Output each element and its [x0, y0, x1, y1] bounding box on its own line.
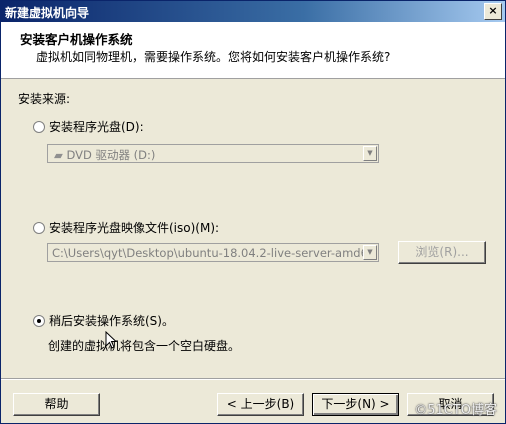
help-button[interactable]: 帮助 — [13, 393, 100, 416]
iso-path-value: C:\Users\qyt\Desktop\ubuntu-18.04.2-live… — [52, 246, 364, 260]
title-bar: 新建虚拟机向导 × — [1, 1, 505, 22]
next-button[interactable]: 下一步(N) > — [312, 393, 399, 416]
close-button[interactable]: × — [484, 3, 502, 20]
footer-divider-highlight — [1, 379, 505, 380]
radio-install-later[interactable] — [33, 315, 45, 327]
close-icon: × — [488, 4, 498, 17]
install-later-description: 创建的虚拟机将包含一个空白硬盘。 — [48, 339, 241, 353]
watermark: ©51CTO博客 — [414, 403, 497, 418]
disc-drive-select[interactable]: ▰ DVD 驱动器 (D:) ▼ — [47, 144, 379, 163]
install-source-label: 安装来源: — [18, 92, 71, 106]
radio-install-disc[interactable] — [33, 121, 45, 133]
chevron-down-icon[interactable]: ▼ — [363, 146, 377, 161]
radio-install-iso[interactable] — [33, 222, 45, 234]
install-disc-label[interactable]: 安装程序光盘(D): — [49, 118, 144, 135]
disc-drive-value: DVD 驱动器 (D:) — [66, 148, 156, 162]
mouse-cursor-icon — [105, 331, 117, 349]
window-title: 新建虚拟机向导 — [5, 6, 90, 20]
install-iso-label[interactable]: 安装程序光盘映像文件(iso)(M): — [49, 219, 219, 236]
back-button[interactable]: < 上一步(B) — [217, 393, 304, 416]
iso-path-input[interactable]: C:\Users\qyt\Desktop\ubuntu-18.04.2-live… — [47, 243, 379, 262]
page-subtitle: 虚拟机如同物理机，需要操作系统。您将如何安装客户机操作系统? — [36, 50, 391, 64]
page-title: 安装客户机操作系统 — [20, 32, 133, 47]
chevron-down-icon[interactable]: ▼ — [363, 245, 377, 260]
browse-button[interactable]: 浏览(R)... — [398, 241, 486, 264]
wizard-header: 安装客户机操作系统 虚拟机如同物理机，需要操作系统。您将如何安装客户机操作系统? — [1, 22, 505, 79]
dvd-drive-icon: ▰ — [54, 148, 67, 162]
install-later-label[interactable]: 稍后安装操作系统(S)。 — [49, 312, 174, 329]
wizard-window: 新建虚拟机向导 × 安装客户机操作系统 虚拟机如同物理机，需要操作系统。您将如何… — [0, 0, 506, 424]
